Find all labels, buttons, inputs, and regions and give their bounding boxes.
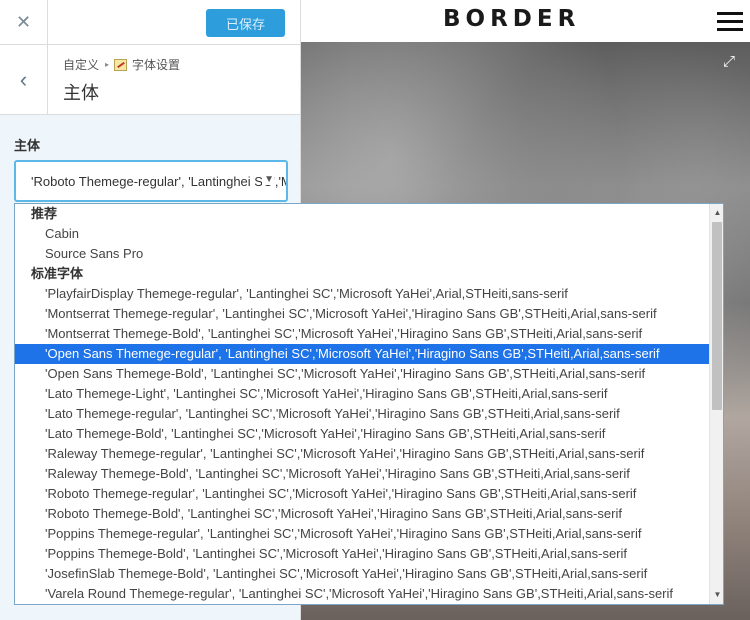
- font-option[interactable]: 'Montserrat Themege-Bold', 'Lantinghei S…: [15, 324, 709, 344]
- back-button[interactable]: ‹: [0, 45, 48, 115]
- font-select[interactable]: 'Roboto Themege-regular', 'Lantinghei SC…: [14, 160, 288, 202]
- font-option[interactable]: 'PlayfairDisplay Themege-regular', 'Lant…: [15, 284, 709, 304]
- breadcrumb-root: 自定义: [63, 58, 100, 72]
- font-options-listbox[interactable]: 推荐 Cabin Source Sans Pro 标准字体 'PlayfairDispl…: [14, 203, 724, 605]
- menu-line: [717, 12, 743, 15]
- scroll-up-icon[interactable]: ▲: [710, 205, 723, 221]
- font-option[interactable]: 'Open Sans Themege-regular', 'Lantinghei…: [15, 344, 709, 364]
- option-group-label: 标准字体: [31, 266, 84, 281]
- listbox-scrollbar[interactable]: ▲ ▼: [709, 204, 723, 604]
- font-option[interactable]: 'Poppins Themege-regular', 'Lantinghei S…: [15, 524, 709, 544]
- font-option[interactable]: 'Lato Themege-regular', 'Lantinghei SC',…: [15, 404, 709, 424]
- section-nav: ‹ 自定义 ▸ 字体设置 主体: [0, 45, 300, 115]
- close-icon: ✕: [15, 12, 32, 32]
- chevron-left-icon: ‹: [19, 67, 28, 92]
- breadcrumb-section: 字体设置: [132, 58, 181, 72]
- font-option[interactable]: 'Lato Themege-Light', 'Lantinghei SC','M…: [15, 384, 709, 404]
- font-option[interactable]: 'JosefinSlab Themege-Bold', 'Lantinghei …: [15, 564, 709, 584]
- option-group-label: 推荐: [31, 206, 58, 221]
- font-option[interactable]: 'Poppins Themege-Bold', 'Lantinghei SC',…: [15, 544, 709, 564]
- scrollbar-thumb[interactable]: [712, 222, 722, 410]
- sidebar-header: ✕ 已保存: [0, 0, 300, 45]
- site-logo[interactable]: BORDER: [443, 6, 580, 32]
- saved-button[interactable]: 已保存: [206, 9, 285, 37]
- expand-icon[interactable]: ⤢: [720, 53, 738, 71]
- font-option[interactable]: 'Varela Round Themege-regular', 'Lanting…: [15, 584, 709, 604]
- options-list: 推荐 Cabin Source Sans Pro 标准字体 'PlayfairDispl…: [15, 204, 709, 604]
- memo-icon: [114, 58, 128, 71]
- font-option[interactable]: 'Lato Themege-Bold', 'Lantinghei SC','Mi…: [15, 424, 709, 444]
- menu-line: [717, 28, 743, 31]
- breadcrumb-separator-icon: ▸: [105, 60, 110, 69]
- font-option[interactable]: 'Roboto Themege-regular', 'Lantinghei SC…: [15, 484, 709, 504]
- panel-title: 主体: [63, 83, 99, 103]
- font-option[interactable]: Source Sans Pro: [15, 244, 709, 264]
- font-option[interactable]: 'Raleway Themege-regular', 'Lantinghei S…: [15, 444, 709, 464]
- breadcrumb: 自定义 ▸ 字体设置: [63, 56, 180, 73]
- close-button[interactable]: ✕: [0, 0, 48, 45]
- font-option[interactable]: 'Roboto Themege-Bold', 'Lantinghei SC','…: [15, 504, 709, 524]
- font-select-value: 'Roboto Themege-regular', 'Lantinghei SC…: [31, 174, 286, 189]
- font-option[interactable]: Cabin: [15, 224, 709, 244]
- font-option[interactable]: 'Montserrat Themege-regular', 'Lantinghe…: [15, 304, 709, 324]
- font-option[interactable]: 'Raleway Themege-Bold', 'Lantinghei SC',…: [15, 464, 709, 484]
- hamburger-menu-button[interactable]: [717, 12, 743, 32]
- chevron-down-icon: ▼: [262, 174, 274, 185]
- font-option[interactable]: 'Open Sans Themege-Bold', 'Lantinghei SC…: [15, 364, 709, 384]
- menu-line: [717, 20, 743, 23]
- scroll-down-icon[interactable]: ▼: [710, 587, 723, 603]
- font-field-label: 主体: [14, 138, 41, 153]
